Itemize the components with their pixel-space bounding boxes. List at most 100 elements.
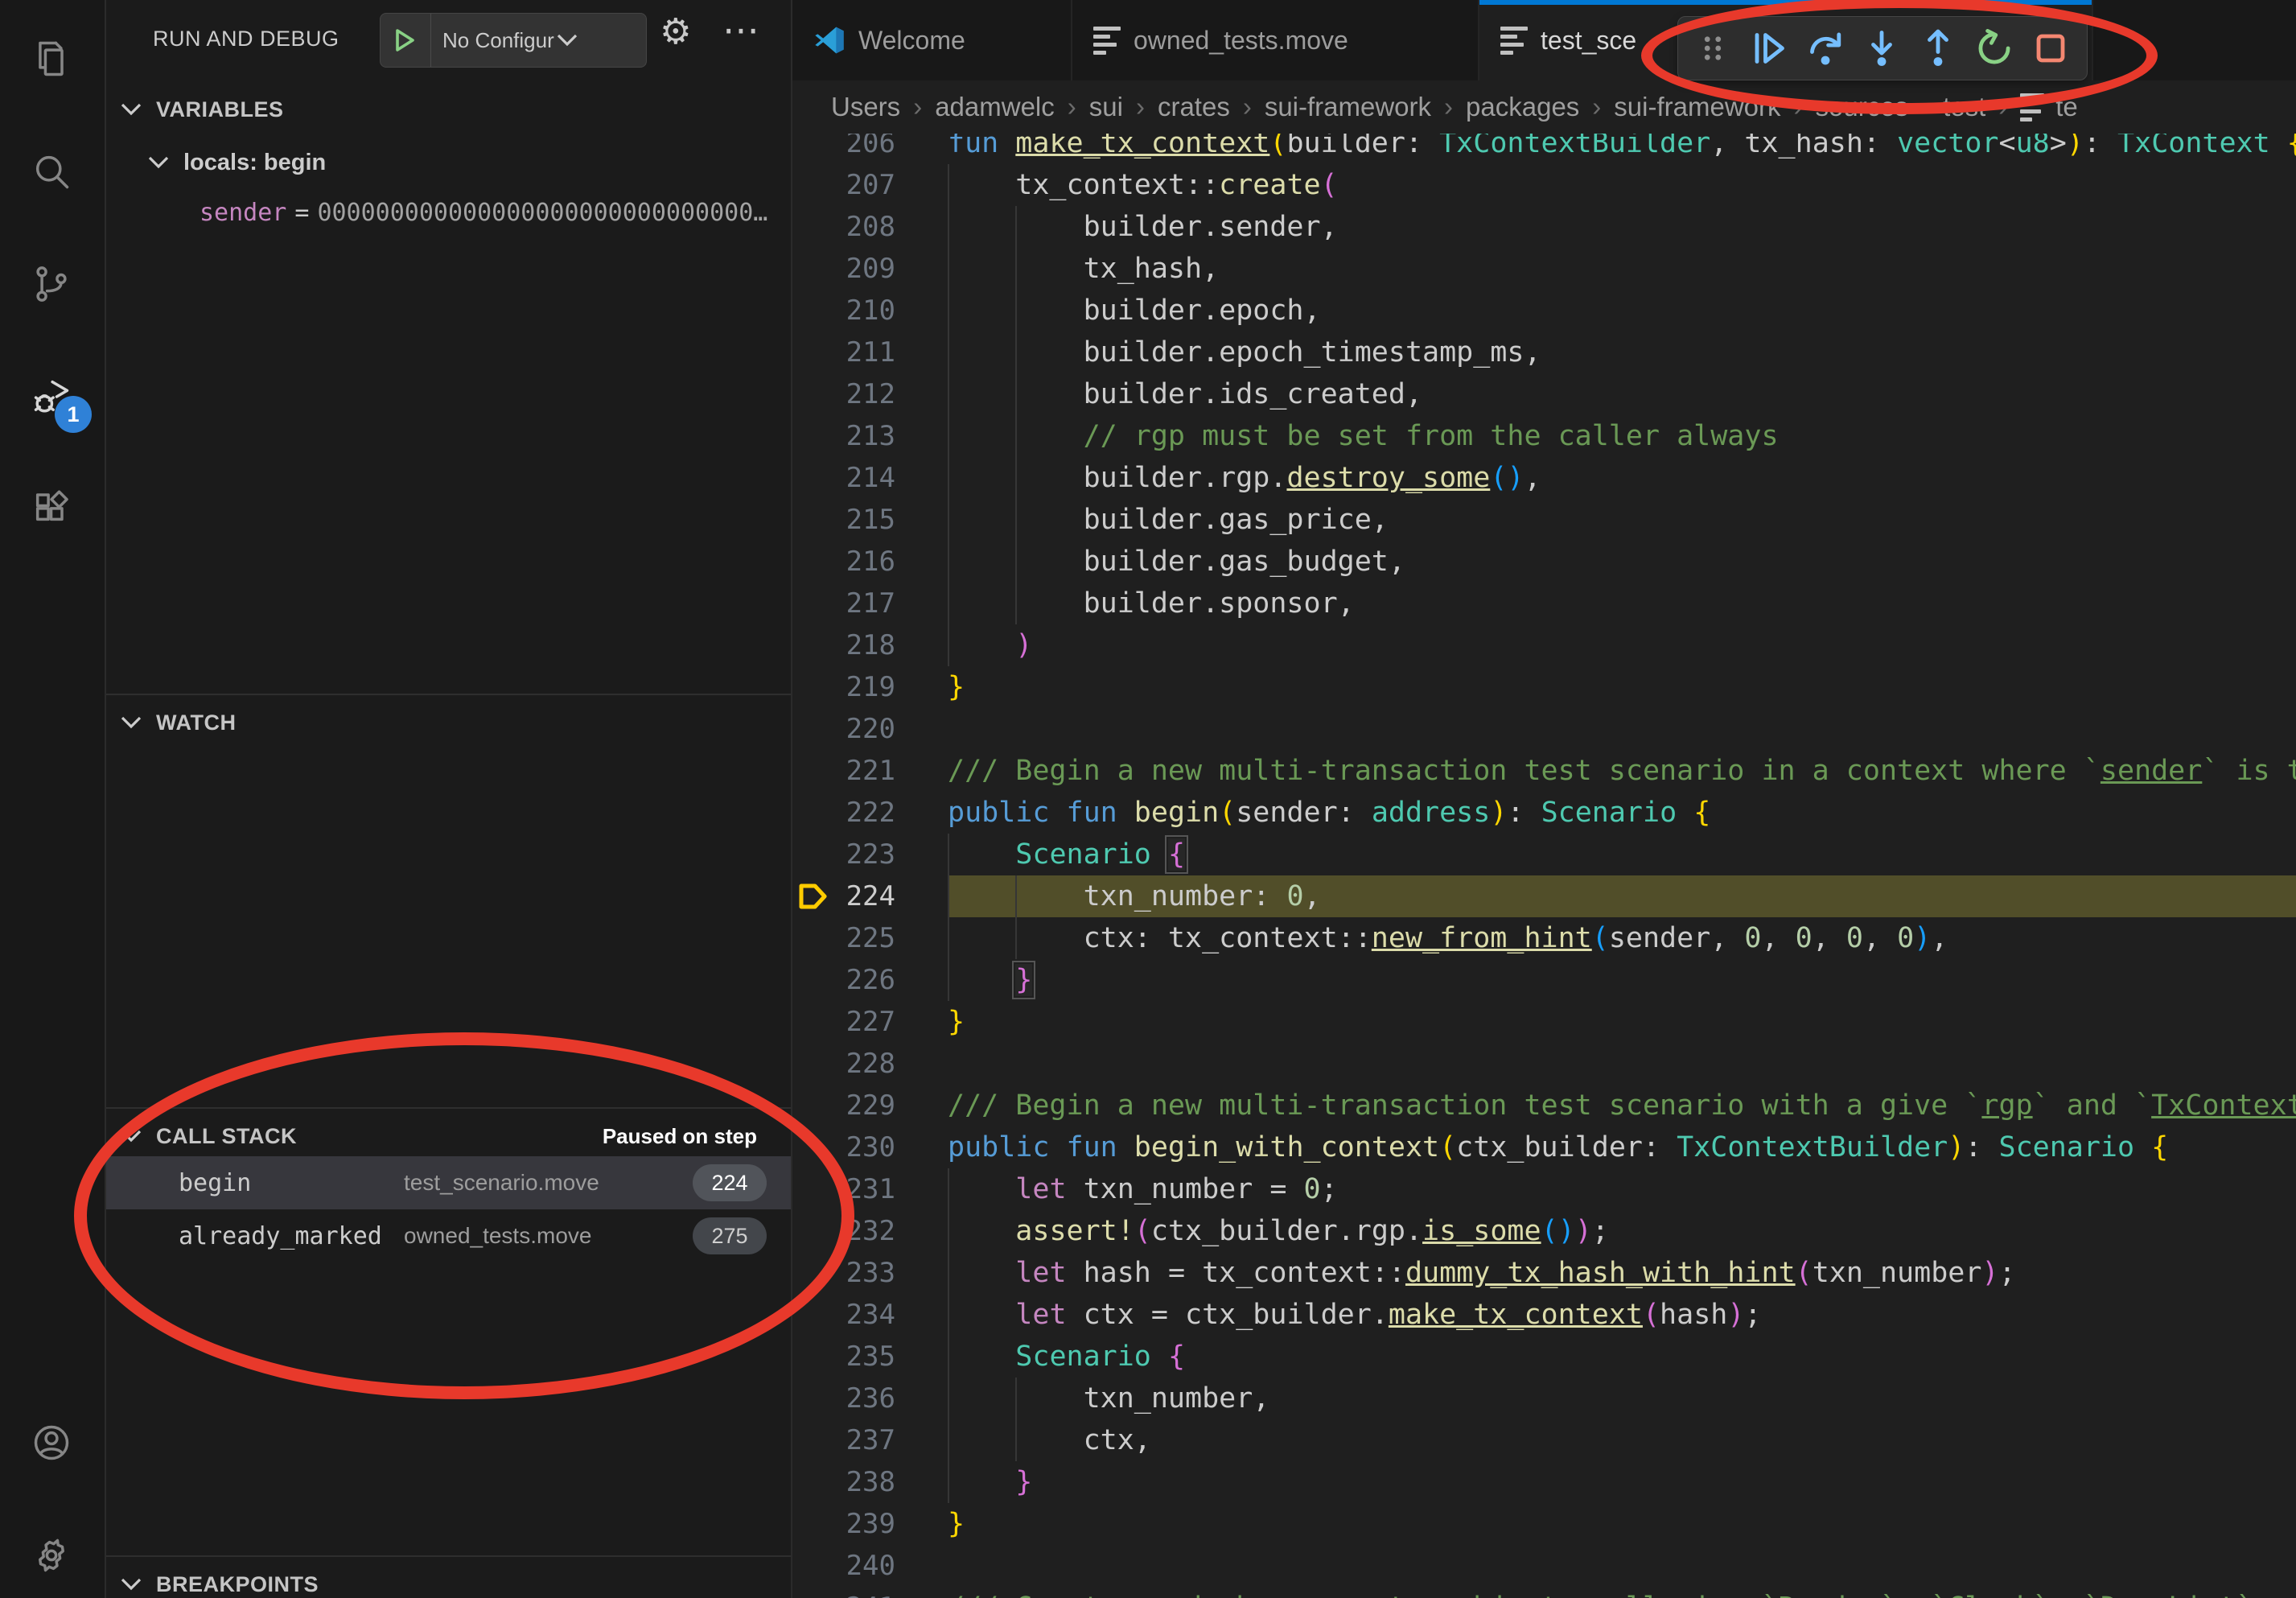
code-line[interactable]: 208 builder.sender,	[792, 206, 2296, 248]
line-number[interactable]: 241	[834, 1592, 895, 1598]
restart-icon[interactable]	[1966, 20, 2022, 76]
code-line[interactable]: 229 /// Begin a new multi-transaction te…	[792, 1085, 2296, 1126]
line-number[interactable]: 221	[834, 755, 895, 787]
code-line[interactable]: 233 let hash = tx_context::dummy_tx_hash…	[792, 1252, 2296, 1294]
line-number[interactable]: 231	[834, 1173, 895, 1205]
activitybar-item-extensions[interactable]	[0, 467, 103, 555]
breadcrumb-item[interactable]: crates	[1158, 92, 1230, 122]
code-line[interactable]: 214 builder.rgp.destroy_some(),	[792, 457, 2296, 499]
code-line[interactable]: 217 builder.sponsor,	[792, 583, 2296, 624]
code-line[interactable]: 238 }	[792, 1461, 2296, 1503]
breadcrumb-item[interactable]: sui-framework	[1614, 92, 1780, 122]
line-number[interactable]: 224	[834, 880, 895, 912]
line-number[interactable]: 220	[834, 713, 895, 745]
code-line[interactable]: 222 public fun begin(sender: address): S…	[792, 792, 2296, 834]
line-number[interactable]: 233	[834, 1257, 895, 1289]
code-line[interactable]: 219 }	[792, 666, 2296, 708]
line-number[interactable]: 210	[834, 294, 895, 327]
variable-row[interactable]: sender = 000000000000000000000000000000…	[105, 192, 791, 233]
line-number[interactable]: 234	[834, 1299, 895, 1331]
line-number[interactable]: 219	[834, 671, 895, 703]
line-number[interactable]: 216	[834, 546, 895, 578]
activitybar-item-settings[interactable]	[0, 1513, 103, 1598]
step-into-icon[interactable]	[1854, 20, 1910, 76]
code-line[interactable]: 234 let ctx = ctx_builder.make_tx_contex…	[792, 1294, 2296, 1336]
stop-icon[interactable]	[2022, 20, 2079, 76]
line-number[interactable]: 229	[834, 1089, 895, 1122]
line-number[interactable]: 238	[834, 1466, 895, 1498]
call-stack-section-header[interactable]: CALL STACK Paused on step	[105, 1114, 791, 1159]
line-number[interactable]: 214	[834, 462, 895, 494]
line-number[interactable]: 236	[834, 1382, 895, 1415]
code-line[interactable]: 216 builder.gas_budget,	[792, 541, 2296, 583]
line-number[interactable]: 235	[834, 1341, 895, 1373]
code-line[interactable]: 232 assert!(ctx_builder.rgp.is_some());	[792, 1210, 2296, 1252]
line-number[interactable]: 222	[834, 797, 895, 829]
more-actions-icon[interactable]: ⋯	[722, 8, 759, 51]
breadcrumb-item[interactable]: sui	[1089, 92, 1123, 122]
line-number[interactable]: 230	[834, 1131, 895, 1163]
line-number[interactable]: 207	[834, 169, 895, 201]
variables-scope-row[interactable]: locals: begin	[105, 142, 791, 183]
line-number[interactable]: 209	[834, 253, 895, 285]
line-number[interactable]: 223	[834, 838, 895, 871]
debug-config-dropdown[interactable]: No Configur	[380, 13, 647, 68]
breadcrumb-item[interactable]: sources	[1816, 92, 1909, 122]
activitybar-item-account[interactable]	[0, 1400, 103, 1489]
call-stack-frame[interactable]: begin test_scenario.move 224	[105, 1156, 791, 1209]
code-line[interactable]: 218 )	[792, 624, 2296, 666]
gear-icon[interactable]: ⚙	[660, 11, 691, 52]
line-number[interactable]: 240	[834, 1550, 895, 1582]
code-line[interactable]: 209 tx_hash,	[792, 248, 2296, 290]
line-number[interactable]: 217	[834, 587, 895, 620]
line-number[interactable]: 218	[834, 629, 895, 661]
breadcrumb-file[interactable]: te	[2020, 92, 2078, 122]
line-number[interactable]: 213	[834, 420, 895, 452]
code-line[interactable]: 240	[792, 1545, 2296, 1587]
tab-owned-tests-move[interactable]: owned_tests.move	[1072, 0, 1479, 80]
line-number[interactable]: 208	[834, 211, 895, 243]
code-line[interactable]: 236 txn_number,	[792, 1378, 2296, 1419]
code-line[interactable]: 221 /// Begin a new multi-transaction te…	[792, 750, 2296, 792]
code-editor[interactable]: 206 fun make_tx_context(builder: TxConte…	[792, 134, 2296, 1598]
code-line[interactable]: 227 }	[792, 1001, 2296, 1043]
line-number[interactable]: 226	[834, 964, 895, 996]
line-number[interactable]: 232	[834, 1215, 895, 1247]
activitybar-item-run-and-debug[interactable]: 1	[0, 354, 103, 443]
line-number[interactable]: 211	[834, 336, 895, 369]
code-line[interactable]: 230 public fun begin_with_context(ctx_bu…	[792, 1126, 2296, 1168]
variables-section-header[interactable]: VARIABLES	[105, 87, 791, 132]
gutter-marker[interactable]	[792, 881, 834, 912]
code-line[interactable]: 207 tx_context::create(	[792, 164, 2296, 206]
activitybar-item-search[interactable]	[0, 129, 103, 217]
tab-welcome[interactable]: Welcome	[792, 0, 1072, 80]
line-number[interactable]: 227	[834, 1006, 895, 1038]
breadcrumb-item[interactable]: Users	[831, 92, 900, 122]
code-line[interactable]: 220	[792, 708, 2296, 750]
line-number[interactable]: 228	[834, 1048, 895, 1080]
breakpoints-section-header[interactable]: BREAKPOINTS	[105, 1562, 791, 1598]
code-line[interactable]: 223 Scenario {	[792, 834, 2296, 875]
code-line[interactable]: 226 }	[792, 959, 2296, 1001]
line-number[interactable]: 225	[834, 922, 895, 954]
breadcrumb-item[interactable]: adamwelc	[935, 92, 1055, 122]
line-number[interactable]: 215	[834, 504, 895, 536]
line-number[interactable]: 212	[834, 378, 895, 410]
line-number[interactable]: 237	[834, 1424, 895, 1456]
breadcrumb[interactable]: Users›adamwelc›sui›crates›sui-framework›…	[792, 80, 2296, 134]
code-line[interactable]: 210 builder.epoch,	[792, 290, 2296, 332]
step-over-icon[interactable]	[1797, 20, 1854, 76]
code-line[interactable]: 215 builder.gas_price,	[792, 499, 2296, 541]
code-line[interactable]: 212 builder.ids_created,	[792, 373, 2296, 415]
line-number[interactable]: 206	[834, 134, 895, 159]
start-debugging-icon[interactable]	[381, 14, 431, 67]
activitybar-item-source-control[interactable]	[0, 241, 103, 330]
activitybar-item-explorer[interactable]	[0, 16, 103, 105]
step-out-icon[interactable]	[1910, 20, 1966, 76]
breadcrumb-item[interactable]: test	[1943, 92, 1985, 122]
code-line[interactable]: 235 Scenario {	[792, 1336, 2296, 1378]
code-line[interactable]: 241 /// Creates and shares system object…	[792, 1587, 2296, 1598]
code-line[interactable]: 231 let txn_number = 0;	[792, 1168, 2296, 1210]
code-line[interactable]: 211 builder.epoch_timestamp_ms,	[792, 332, 2296, 373]
code-line[interactable]: 224 txn_number: 0,	[792, 875, 2296, 917]
